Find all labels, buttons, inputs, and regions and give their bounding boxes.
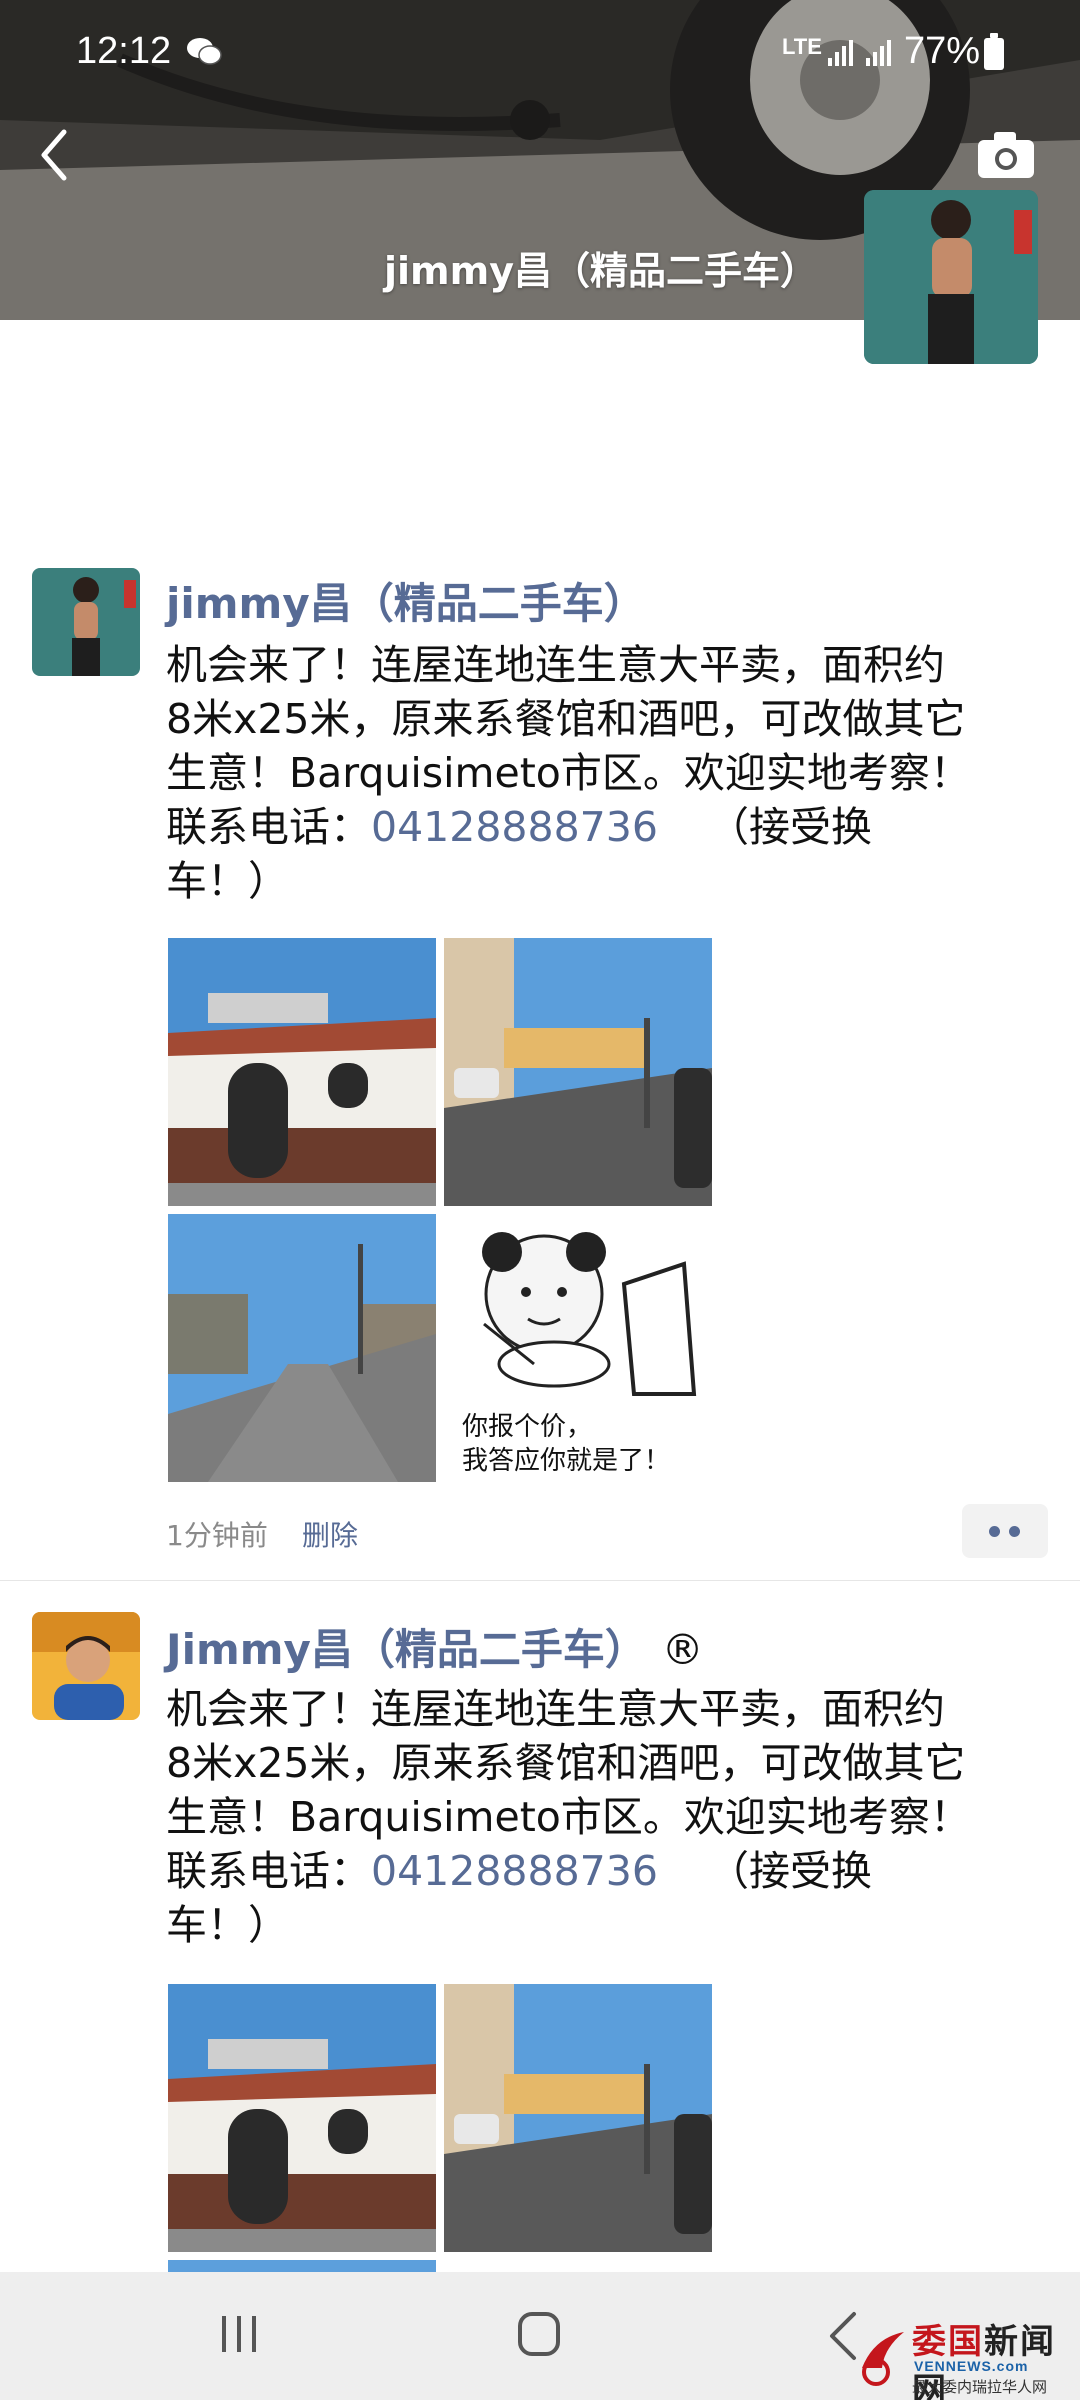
watermark-logo-icon	[862, 2332, 904, 2386]
phone-link[interactable]: 04128888736	[371, 803, 658, 851]
post-photo[interactable]	[444, 938, 712, 1206]
post-photo[interactable]	[444, 1984, 712, 2252]
post-timestamp: 1分钟前	[166, 1519, 268, 1552]
status-time: 12:12	[76, 30, 172, 72]
post-text-line: 8米x25米，原来系餐馆和酒吧，可改做其它	[166, 695, 966, 743]
post-author-name[interactable]: Jimmy昌（精品二手车） ®	[166, 1616, 704, 1677]
lte-indicator: LTE	[782, 34, 822, 59]
meme-image[interactable]: 你报个价， 我答应你就是了！	[444, 1214, 712, 1482]
meme-caption: 你报个价， 我答应你就是了！	[462, 1410, 670, 1478]
post-text-suffix: （接受换	[707, 803, 872, 851]
post-text-line: 联系电话：04128888736 （接受换	[166, 800, 1026, 854]
battery-icon	[984, 33, 1004, 70]
registered-badge: ®	[661, 1625, 704, 1674]
cover-user-name: jimmy昌（精品二手车）	[384, 249, 819, 293]
signal-icon	[828, 40, 853, 66]
recent-apps-icon[interactable]	[218, 2314, 260, 2354]
post-text-line: 车！）	[166, 857, 289, 905]
contact-label: 联系电话：	[166, 803, 371, 851]
post-content: 机会来了！连屋连地连生意大平卖，面积约 8米x25米，原来系餐馆和酒吧，可改做其…	[166, 638, 1026, 908]
dot-icon	[989, 1526, 1000, 1537]
post-text-line: 8米x25米，原来系餐馆和酒吧，可改做其它	[166, 1739, 966, 1787]
status-bar: 12:12 LTE 77%	[0, 0, 1080, 110]
battery-level: 77%	[904, 30, 981, 72]
back-arrow-icon[interactable]	[30, 120, 80, 190]
post-divider	[0, 1580, 1080, 1581]
post-text-line: 生意！Barquisimeto市区。欢迎实地考察！	[166, 1793, 971, 1841]
post-avatar[interactable]	[32, 568, 140, 676]
post-text-line: 机会来了！连屋连地连生意大平卖，面积约	[166, 641, 945, 689]
post-author-text: Jimmy昌（精品二手车）	[166, 1625, 647, 1674]
post-photo[interactable]	[168, 1214, 436, 1482]
signal-icon	[866, 40, 891, 66]
vennews-watermark: 委国新闻网 VENNEWS.com 最大委内瑞拉华人网	[848, 2310, 1080, 2400]
comment-more-button[interactable]	[962, 1504, 1048, 1558]
home-icon[interactable]	[518, 2312, 560, 2356]
post-text-suffix: （接受换	[707, 1847, 872, 1895]
post-text-line: 车！）	[166, 1901, 289, 1949]
meme-caption-line: 我答应你就是了！	[462, 1446, 671, 1476]
post-text-line: 联系电话：04128888736 （接受换	[166, 1844, 1026, 1898]
contact-label: 联系电话：	[166, 1847, 371, 1895]
post-text-line: 生意！Barquisimeto市区。欢迎实地考察！	[166, 749, 971, 797]
meme-caption-line: 你报个价，	[462, 1412, 593, 1442]
phone-link[interactable]: 04128888736	[371, 1847, 658, 1895]
watermark-subtitle: 最大委内瑞拉华人网	[912, 2378, 1048, 2396]
post-avatar[interactable]	[32, 1612, 140, 1720]
delete-button[interactable]: 删除	[302, 1514, 358, 1554]
dot-icon	[1009, 1526, 1020, 1537]
post-photo[interactable]	[168, 1984, 436, 2252]
post-text-line: 机会来了！连屋连地连生意大平卖，面积约	[166, 1685, 945, 1733]
watermark-title-red: 委国	[912, 2322, 984, 2362]
profile-avatar[interactable]	[864, 190, 1038, 364]
camera-icon[interactable]	[976, 128, 1036, 180]
post-author-name[interactable]: jimmy昌（精品二手车）	[166, 570, 646, 631]
post-photo[interactable]	[168, 938, 436, 1206]
post-content: 机会来了！连屋连地连生意大平卖，面积约 8米x25米，原来系餐馆和酒吧，可改做其…	[166, 1682, 1026, 1952]
watermark-url: VENNEWS.com	[914, 2358, 1029, 2374]
wechat-icon	[187, 38, 222, 65]
